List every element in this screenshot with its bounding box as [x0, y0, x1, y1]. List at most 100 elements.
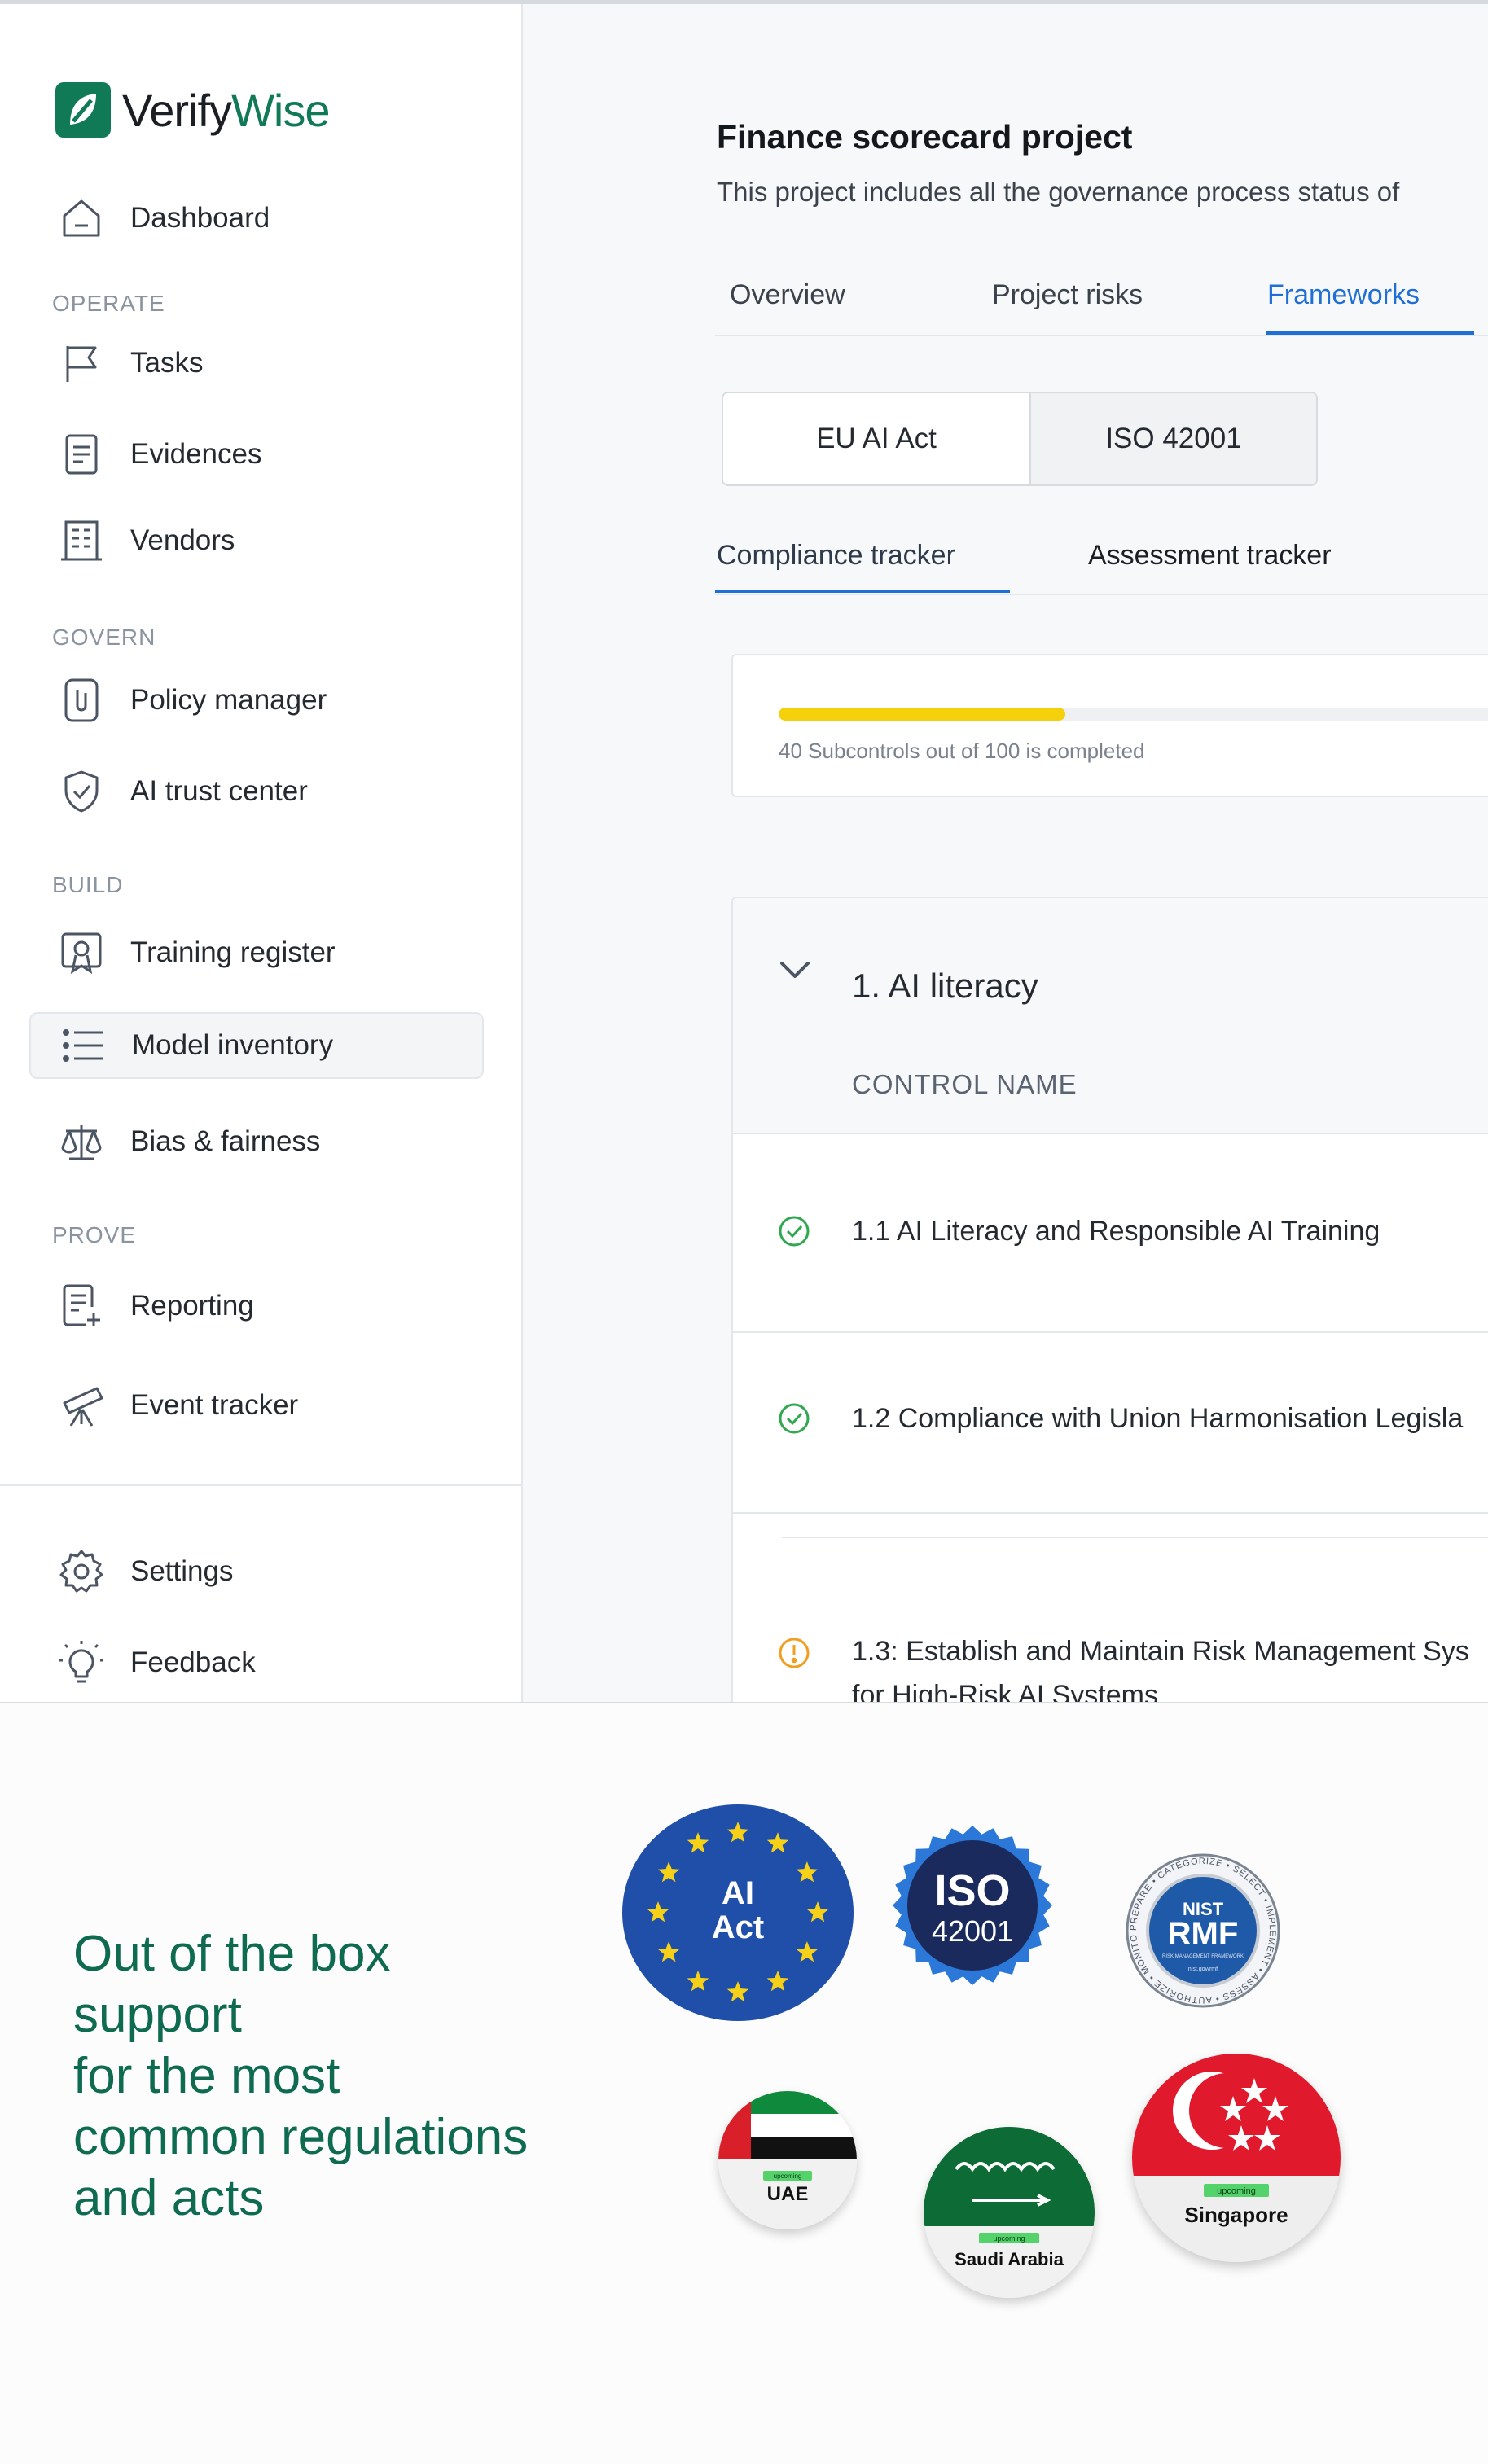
gear-icon	[57, 1547, 106, 1596]
lightbulb-icon	[57, 1638, 106, 1687]
certificate-icon	[57, 928, 106, 977]
sidebar-item-label: Bias & fairness	[130, 1125, 321, 1157]
control-name: 1.2 Compliance with Union Harmonisation …	[852, 1403, 1464, 1434]
eu-ai-act-badge: AI Act	[621, 1803, 855, 2023]
building-icon	[57, 516, 106, 565]
check-circle-icon	[777, 1214, 811, 1248]
sidebar-item-feedback[interactable]: Feedback	[29, 1629, 484, 1696]
table-row[interactable]: 1.1 AI Literacy and Responsible AI Train…	[733, 1134, 1488, 1333]
sidebar-item-reporting[interactable]: Reporting	[29, 1273, 484, 1339]
sidebar-item-label: Dashboard	[130, 202, 270, 234]
accordion-title: 1. AI literacy	[852, 967, 1038, 1005]
uae-badge-label: UAE	[767, 2183, 809, 2205]
framework-iso-42001-button[interactable]: ISO 42001	[1031, 393, 1316, 484]
sidebar-item-training-register[interactable]: Training register	[29, 919, 484, 986]
sidebar-item-label: Settings	[130, 1555, 234, 1587]
shield-check-icon	[57, 767, 106, 816]
sidebar-item-label: Feedback	[130, 1646, 256, 1678]
sidebar-item-label: Evidences	[130, 438, 262, 470]
accordion-header[interactable]: 1. AI literacy	[733, 898, 1488, 1035]
control-accordion: 1. AI literacy CONTROL NAME 1.1 AI Liter…	[731, 897, 1488, 1702]
tab-assessment-tracker[interactable]: Assessment tracker	[1088, 540, 1332, 572]
row-divider	[782, 1537, 1488, 1538]
tab-project-risks[interactable]: Project risks	[992, 279, 1143, 311]
section-build: BUILD	[52, 872, 124, 897]
control-name: 1.3: Establish and Maintain Risk Managem…	[852, 1636, 1469, 1667]
headline-line: and acts	[73, 2170, 265, 2226]
brand-logo[interactable]: VerifyWise	[55, 82, 331, 138]
iso-badge-line1: ISO	[934, 1866, 1010, 1915]
logo-leaf-icon	[55, 82, 111, 138]
headline-line: common regulations	[73, 2109, 529, 2165]
saudi-arabia-badge: upcoming Saudi Arabia	[924, 2127, 1095, 2298]
sidebar-item-ai-trust-center[interactable]: AI trust center	[29, 758, 484, 825]
sidebar: VerifyWise Dashboard OPERATE Tasks Evide…	[0, 4, 523, 1702]
framework-switcher: EU AI Act ISO 42001	[722, 392, 1318, 486]
sidebar-item-vendors[interactable]: Vendors	[29, 507, 484, 574]
sidebar-item-label: Training register	[130, 936, 336, 968]
progress-bar	[779, 708, 1488, 721]
regulations-headline: Out of the box support for the most comm…	[73, 1923, 627, 2229]
tab-frameworks[interactable]: Frameworks	[1267, 279, 1420, 311]
warning-circle-icon	[777, 1636, 811, 1670]
table-row[interactable]: 1.3: Establish and Maintain Risk Managem…	[733, 1541, 1488, 1702]
singapore-badge: upcoming Singapore	[1132, 2054, 1341, 2262]
list-icon	[59, 1021, 108, 1070]
eu-ai-act-badge-line2: Act	[712, 1909, 764, 1945]
framework-eu-ai-act-button[interactable]: EU AI Act	[723, 393, 1031, 484]
singapore-badge-label: Singapore	[1184, 2203, 1288, 2227]
saudi-badge-label: Saudi Arabia	[955, 2249, 1064, 2269]
main-content: Finance scorecard project This project i…	[523, 4, 1488, 1702]
sidebar-item-event-tracker[interactable]: Event tracker	[29, 1372, 484, 1439]
tracker-tabs: Compliance tracker Assessment tracker	[715, 540, 1488, 595]
control-name: 1.1 AI Literacy and Responsible AI Train…	[852, 1216, 1380, 1247]
brand-name: VerifyWise	[122, 84, 331, 137]
home-icon	[57, 194, 106, 243]
tab-overview[interactable]: Overview	[730, 279, 845, 311]
sidebar-item-model-inventory[interactable]: Model inventory	[29, 1012, 484, 1079]
sidebar-item-dashboard[interactable]: Dashboard	[29, 185, 484, 252]
chevron-down-icon[interactable]	[777, 952, 813, 988]
app-screenshot: VerifyWise Dashboard OPERATE Tasks Evide…	[0, 4, 1488, 1702]
scale-icon	[57, 1117, 106, 1166]
singapore-badge-tag: upcoming	[1217, 2186, 1256, 2196]
column-header: CONTROL NAME	[733, 1033, 1488, 1134]
control-name-continued: for High-Risk AI Systems	[852, 1680, 1158, 1702]
sidebar-item-label: Tasks	[130, 347, 204, 379]
brand-name-part2: Wise	[231, 84, 330, 136]
sidebar-item-label: Vendors	[130, 524, 235, 556]
sidebar-item-tasks[interactable]: Tasks	[29, 330, 484, 397]
saudi-badge-tag: upcoming	[993, 2234, 1025, 2243]
document-icon	[57, 430, 106, 479]
uae-badge-tag: upcoming	[774, 2172, 802, 2180]
eu-ai-act-badge-line1: AI	[722, 1875, 754, 1911]
sidebar-item-label: Policy manager	[130, 684, 327, 716]
nist-rmf-badge: NIST RMF RISK MANAGEMENT FRAMEWORK nist.…	[1126, 1853, 1280, 2008]
telescope-icon	[57, 1381, 106, 1430]
section-operate: OPERATE	[52, 291, 165, 316]
sidebar-item-policy-manager[interactable]: Policy manager	[29, 667, 484, 734]
headline-line: support	[73, 1987, 242, 2043]
section-govern: GOVERN	[52, 625, 156, 650]
page-title: Finance scorecard project	[717, 118, 1133, 156]
sidebar-item-label: Reporting	[130, 1290, 254, 1322]
iso-42001-badge: ISO 42001	[891, 1824, 1054, 1987]
headline-line: Out of the box	[73, 1926, 391, 1982]
table-row[interactable]: 1.2 Compliance with Union Harmonisation …	[733, 1331, 1488, 1514]
headline-line: for the most	[73, 2048, 340, 2104]
sidebar-item-settings[interactable]: Settings	[29, 1538, 484, 1605]
sidebar-item-label: Event tracker	[130, 1389, 299, 1421]
sidebar-item-evidences[interactable]: Evidences	[29, 421, 484, 488]
iso-badge-line2: 42001	[932, 1914, 1013, 1948]
brand-name-part1: Verify	[122, 84, 232, 136]
sidebar-item-bias-fairness[interactable]: Bias & fairness	[29, 1108, 484, 1175]
page-description: This project includes all the governance…	[717, 177, 1400, 207]
tab-active-indicator	[1266, 331, 1474, 335]
sidebar-divider	[0, 1484, 521, 1486]
tab-compliance-tracker[interactable]: Compliance tracker	[717, 540, 955, 572]
flag-icon	[57, 339, 106, 388]
regulations-band: Out of the box support for the most comm…	[0, 1702, 1488, 2464]
report-icon	[57, 1282, 106, 1331]
progress-card: 40 Subcontrols out of 100 is completed	[731, 654, 1488, 797]
check-circle-icon	[777, 1401, 811, 1436]
